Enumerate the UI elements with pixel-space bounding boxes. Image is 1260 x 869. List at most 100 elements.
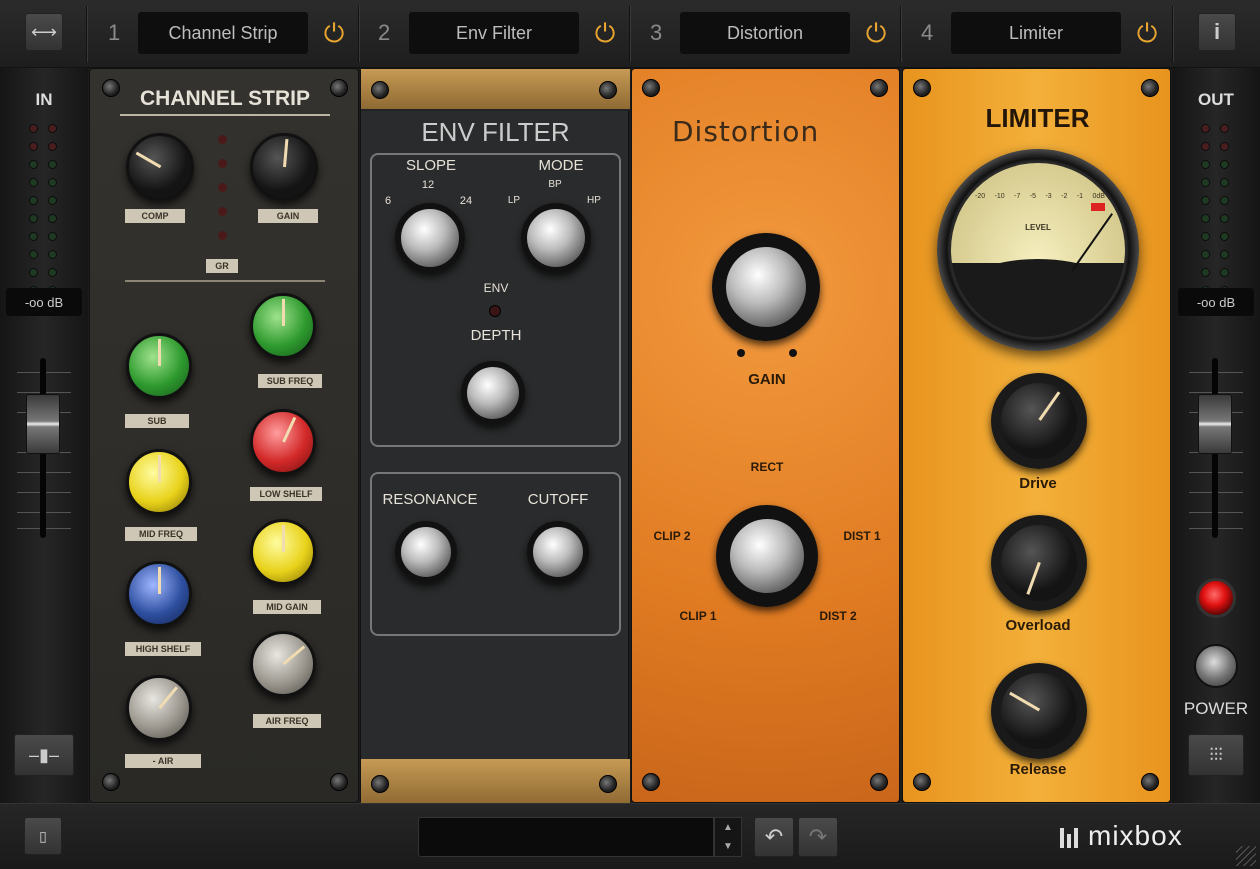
power-switch[interactable] bbox=[1194, 644, 1238, 688]
mode-label: MODE bbox=[538, 157, 584, 174]
divider bbox=[358, 6, 360, 62]
mid-gain-knob[interactable] bbox=[250, 519, 316, 585]
chevron-up-icon[interactable]: ▲ bbox=[715, 818, 741, 837]
mode-hp-label: HP bbox=[587, 195, 601, 206]
slot-2-power-icon[interactable]: ⏻ bbox=[591, 18, 619, 48]
slot-2-number: 2 bbox=[378, 20, 391, 45]
preset-stepper[interactable]: ▲ ▼ bbox=[714, 817, 742, 857]
env-led bbox=[489, 305, 501, 317]
device-button[interactable]: ▯ bbox=[24, 817, 62, 855]
distortion-gain-knob[interactable] bbox=[712, 233, 820, 341]
redo-button[interactable]: ↷ bbox=[798, 817, 838, 857]
gain-label: GAIN bbox=[258, 209, 318, 223]
rect-label: RECT bbox=[750, 460, 784, 474]
slot-3-power-icon[interactable]: ⏻ bbox=[862, 18, 890, 48]
level-meter: -20 -10 -7 -5 -3 -2 -1 0dB LEVEL bbox=[937, 149, 1139, 351]
mode-knob[interactable] bbox=[521, 203, 591, 273]
dist2-label: DIST 2 bbox=[819, 609, 857, 623]
air-knob[interactable] bbox=[126, 675, 192, 741]
slot-1-number: 1 bbox=[108, 20, 121, 45]
mode-bp-label: BP bbox=[548, 179, 562, 190]
divider bbox=[86, 6, 88, 62]
low-shelf-label: LOW SHELF bbox=[250, 487, 322, 501]
low-shelf-knob[interactable] bbox=[250, 409, 316, 475]
sub-label: SUB bbox=[125, 414, 189, 428]
drive-label: Drive bbox=[1019, 475, 1057, 492]
channel-strip-panel: CHANNEL STRIP COMP GAIN GR SUB FREQ SUB … bbox=[89, 68, 359, 803]
expand-icon: ⟷ bbox=[31, 21, 57, 42]
divider bbox=[629, 6, 631, 62]
slot-4-name[interactable]: Limiter bbox=[951, 12, 1121, 54]
sub-knob[interactable] bbox=[126, 333, 192, 399]
cutoff-label: CUTOFF bbox=[527, 491, 589, 508]
env-filter-title: ENV FILTER bbox=[421, 117, 570, 147]
divider bbox=[900, 6, 902, 62]
input-fader[interactable] bbox=[26, 394, 60, 454]
cutoff-knob[interactable] bbox=[527, 521, 589, 583]
fit-width-button[interactable]: ⟷ bbox=[25, 13, 63, 51]
output-fader[interactable] bbox=[1198, 394, 1232, 454]
distortion-gain-label: GAIN bbox=[748, 371, 786, 388]
channel-strip-title: CHANNEL STRIP bbox=[120, 87, 330, 116]
sub-freq-label: SUB FREQ bbox=[258, 374, 322, 388]
slot-3-number: 3 bbox=[650, 20, 663, 45]
env-label: ENV bbox=[483, 281, 509, 295]
comp-knob[interactable] bbox=[126, 133, 194, 201]
depth-label: DEPTH bbox=[470, 327, 522, 344]
drive-knob[interactable] bbox=[991, 373, 1087, 469]
resonance-knob[interactable] bbox=[395, 521, 457, 583]
slot-1-power-icon[interactable]: ⏻ bbox=[320, 18, 348, 48]
meter-label: LEVEL bbox=[1025, 223, 1051, 232]
overload-knob[interactable] bbox=[991, 515, 1087, 611]
gain-knob[interactable] bbox=[250, 133, 318, 201]
distortion-title: Distortion bbox=[672, 115, 820, 148]
env-filter-panel: ENV FILTER SLOPE MODE 6 12 24 LP BP HP E… bbox=[360, 68, 630, 804]
high-shelf-label: HIGH SHELF bbox=[125, 642, 201, 656]
preset-display[interactable] bbox=[418, 817, 714, 857]
resonance-label: RESONANCE bbox=[382, 491, 478, 508]
brand-logo: mixbox bbox=[1088, 820, 1183, 851]
limiter-panel: LIMITER -20 -10 -7 -5 -3 -2 -1 0dB LEVEL Drive … bbox=[902, 68, 1171, 803]
release-knob[interactable] bbox=[991, 663, 1087, 759]
meter-scale: -20 -10 -7 -5 -3 -2 -1 0dB bbox=[975, 193, 1105, 200]
air-freq-label: AIR FREQ bbox=[253, 714, 321, 728]
high-shelf-knob[interactable] bbox=[126, 561, 192, 627]
mid-freq-label: MID FREQ bbox=[125, 527, 197, 541]
mid-gain-label: MID GAIN bbox=[253, 600, 321, 614]
limiter-title: LIMITER bbox=[985, 103, 1090, 133]
link-icon: –▮– bbox=[29, 744, 59, 765]
distortion-mode-knob[interactable] bbox=[716, 505, 818, 607]
input-section: IN -oo dB –▮– bbox=[0, 68, 88, 803]
air-freq-knob[interactable] bbox=[250, 631, 316, 697]
clip2-label: CLIP 2 bbox=[653, 529, 691, 543]
clip1-label: CLIP 1 bbox=[679, 609, 717, 623]
sub-freq-knob[interactable] bbox=[250, 293, 316, 359]
mixbox-logo-icon bbox=[1060, 824, 1084, 848]
bottom-bar: ▯ ▲ ▼ ↶ ↷ mixbox bbox=[0, 803, 1260, 869]
slot-2-name[interactable]: Env Filter bbox=[409, 12, 579, 54]
depth-knob[interactable] bbox=[461, 361, 525, 425]
input-link-button[interactable]: –▮– bbox=[14, 734, 74, 776]
undo-icon: ↶ bbox=[764, 824, 784, 849]
output-label: OUT bbox=[1198, 90, 1234, 109]
slot-1-name[interactable]: Channel Strip bbox=[138, 12, 308, 54]
slot-4-power-icon[interactable]: ⏻ bbox=[1133, 18, 1161, 48]
top-bar: ⟷ 1 Channel Strip ⏻ 2 Env Filter ⏻ 3 Dis… bbox=[0, 0, 1260, 68]
input-label: IN bbox=[35, 90, 53, 109]
slope-knob[interactable] bbox=[395, 203, 465, 273]
mid-freq-knob[interactable] bbox=[126, 449, 192, 515]
info-button[interactable]: i bbox=[1198, 13, 1236, 51]
slot-4-number: 4 bbox=[921, 20, 934, 45]
distortion-panel: Distortion GAIN RECT CLIP 2 DIST 1 CLIP … bbox=[631, 68, 900, 803]
release-label: Release bbox=[1009, 761, 1067, 778]
undo-button[interactable]: ↶ bbox=[754, 817, 794, 857]
divider bbox=[1172, 6, 1174, 62]
resize-handle[interactable] bbox=[1236, 846, 1256, 866]
mode-lp-label: LP bbox=[507, 195, 521, 206]
dist1-label: DIST 1 bbox=[843, 529, 881, 543]
slope-24-label: 24 bbox=[459, 195, 473, 207]
slot-3-name[interactable]: Distortion bbox=[680, 12, 850, 54]
chevron-down-icon[interactable]: ▼ bbox=[715, 837, 741, 856]
output-settings-button[interactable]: ⫶⫶⫶ bbox=[1188, 734, 1244, 776]
output-section: OUT -oo dB POWER ⫶⫶⫶ bbox=[1172, 68, 1260, 803]
